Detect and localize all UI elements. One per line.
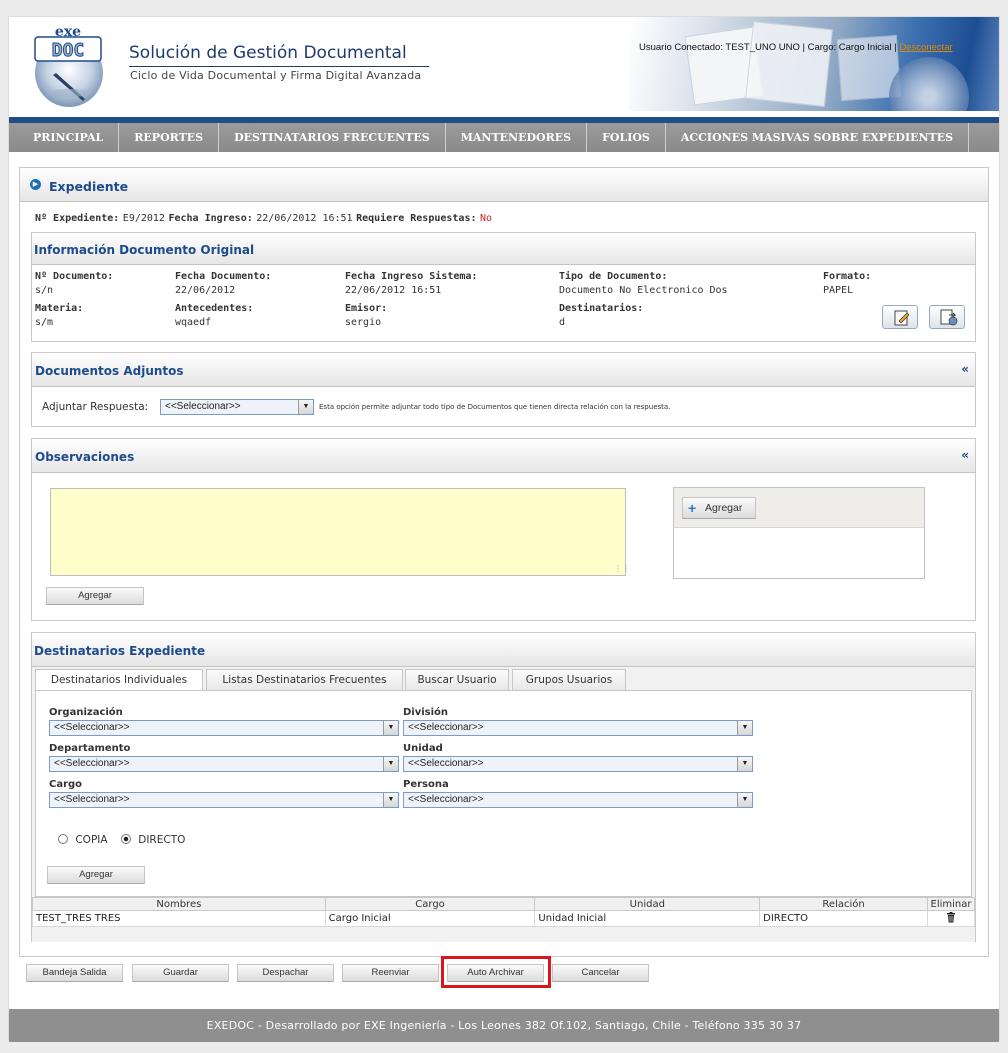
- observaciones-section: Observaciones « ⋮⋮ Agregar + Agregar: [31, 438, 976, 621]
- nav-mantenedores[interactable]: MANTENEDORES: [446, 123, 588, 152]
- tab-listas-frecuentes[interactable]: Listas Destinatarios Frecuentes: [206, 669, 403, 690]
- cargo-select[interactable]: <<Seleccionar>> ▼: [49, 792, 399, 808]
- destinatarios-title: Destinatarios Expediente: [34, 644, 206, 658]
- header-banner-image: [629, 17, 999, 111]
- chevron-down-icon: ▼: [383, 757, 398, 771]
- destinatarios-table: Nombres Cargo Unidad Relación Eliminar T…: [32, 897, 976, 927]
- header: exe DOC Solución de Gestión Documental C…: [9, 17, 999, 111]
- main-nav: PRINCIPAL REPORTES DESTINATARIOS FRECUEN…: [9, 123, 999, 152]
- adjuntar-respuesta-select[interactable]: <<Seleccionar>> ▼: [160, 399, 314, 415]
- departamento-select[interactable]: <<Seleccionar>> ▼: [49, 756, 399, 772]
- page-container: exe DOC Solución de Gestión Documental C…: [8, 16, 1000, 1042]
- formato: PAPEL: [823, 285, 854, 296]
- fecha-ingreso-sistema: 22/06/2012 16:51: [345, 285, 442, 296]
- tipo-documento: Documento No Electronico Dos: [559, 285, 728, 296]
- unidad-select[interactable]: <<Seleccionar>> ▼: [403, 756, 753, 772]
- requiere-respuestas-value: No: [480, 213, 493, 224]
- adjuntos-collapse-icon[interactable]: «: [961, 362, 969, 376]
- nav-destinatarios-frecuentes[interactable]: DESTINATARIOS FRECUENTES: [219, 123, 446, 152]
- guardar-button[interactable]: Guardar: [132, 964, 229, 982]
- exedoc-logo: exe DOC: [34, 24, 103, 107]
- expediente-panel: ▶ Expediente Nº Expediente: E9/2012 Fech…: [19, 167, 989, 957]
- user-info: Usuario Conectado: TEST_UNO UNO | Cargo:…: [639, 42, 953, 53]
- observaciones-agregar-button[interactable]: Agregar: [46, 587, 144, 605]
- bandeja-salida-button[interactable]: Bandeja Salida: [26, 964, 123, 982]
- chevron-down-icon: ▼: [383, 721, 398, 735]
- side-agregar-button[interactable]: + Agregar: [682, 497, 756, 519]
- expediente-fecha: 22/06/2012 16:51: [256, 213, 353, 224]
- tab-destinatarios-individuales[interactable]: Destinatarios Individuales: [35, 669, 203, 691]
- highlight-box: [441, 956, 551, 988]
- observaciones-collapse-icon[interactable]: «: [961, 448, 969, 462]
- app-subtitle: Ciclo de Vida Documental y Firma Digital…: [130, 69, 422, 82]
- copia-radio[interactable]: [58, 834, 68, 844]
- nav-reportes[interactable]: REPORTES: [119, 123, 220, 152]
- adjuntar-label: Adjuntar Respuesta:: [42, 401, 149, 413]
- resize-grip-icon: ⋮⋮: [614, 564, 630, 573]
- destinatarios-section: Destinatarios Expediente Destinatarios I…: [31, 632, 976, 942]
- edit-icon: [894, 310, 910, 326]
- doc-original-title: Información Documento Original: [34, 243, 255, 257]
- observaciones-title: Observaciones: [35, 450, 135, 464]
- chevron-down-icon: ▼: [737, 793, 752, 807]
- nav-folios[interactable]: FOLIOS: [587, 123, 666, 152]
- edit-document-button[interactable]: [882, 305, 918, 329]
- tab-buscar-usuario[interactable]: Buscar Usuario: [405, 669, 509, 690]
- footer: EXEDOC - Desarrollado por EXE Ingeniería…: [9, 1009, 999, 1042]
- emisor: sergio: [345, 317, 382, 328]
- reenviar-button[interactable]: Reenviar: [342, 964, 439, 982]
- tab-panel-individuales: Organización <<Seleccionar>> ▼ División <…: [35, 690, 972, 897]
- adjuntos-title: Documentos Adjuntos: [35, 364, 184, 378]
- adjuntos-section: Documentos Adjuntos « Adjuntar Respuesta…: [31, 352, 976, 427]
- document-settings-button[interactable]: [929, 305, 965, 329]
- organizacion-select[interactable]: <<Seleccionar>> ▼: [49, 720, 399, 736]
- division-select[interactable]: <<Seleccionar>> ▼: [403, 720, 753, 736]
- expediente-title: Expediente: [49, 179, 129, 194]
- nav-acciones-masivas[interactable]: ACCIONES MASIVAS SOBRE EXPEDIENTES: [666, 123, 970, 152]
- chevron-down-icon: ▼: [737, 757, 752, 771]
- tab-grupos-usuarios[interactable]: Grupos Usuarios: [512, 669, 626, 690]
- chevron-down-icon: ▼: [383, 793, 398, 807]
- plus-icon: +: [688, 500, 697, 516]
- svg-text:DOC: DOC: [52, 40, 85, 61]
- title-underline: [129, 66, 429, 67]
- nro-documento: s/n: [35, 285, 54, 296]
- fecha-documento: 22/06/2012: [175, 285, 236, 296]
- document-gear-icon: [940, 309, 958, 326]
- app-title: Solución de Gestión Documental: [129, 43, 407, 63]
- persona-select[interactable]: <<Seleccionar>> ▼: [403, 792, 753, 808]
- chevron-down-icon: ▼: [737, 721, 752, 735]
- logout-link[interactable]: Desconectar: [899, 42, 952, 53]
- nav-principal[interactable]: PRINCIPAL: [18, 123, 120, 152]
- despachar-button[interactable]: Despachar: [237, 964, 334, 982]
- destinatarios-agregar-button[interactable]: Agregar: [47, 866, 145, 884]
- observaciones-list: + Agregar: [673, 487, 925, 579]
- table-row: TEST_TRES TRES Cargo Inicial Unidad Inic…: [32, 910, 976, 927]
- chevron-down-icon: ▼: [298, 400, 313, 414]
- directo-radio[interactable]: [120, 834, 131, 844]
- user-connected-text: Usuario Conectado: TEST_UNO UNO | Cargo:…: [639, 42, 900, 53]
- expediente-header: ▶ Expediente: [20, 168, 988, 202]
- adjuntar-hint: Esta opción permite adjuntar todo tipo d…: [319, 403, 671, 411]
- expediente-number: E9/2012: [122, 213, 165, 224]
- info-bullet-icon: ▶: [30, 179, 41, 190]
- expediente-summary: Nº Expediente: E9/2012 Fecha Ingreso: 22…: [35, 213, 493, 224]
- relacion-radios: COPIA DIRECTO: [58, 834, 185, 846]
- doc-original-section: Información Documento Original Nº Docume…: [31, 232, 976, 342]
- antecedentes: wqaedf: [175, 317, 212, 328]
- destinatarios: d: [559, 317, 566, 328]
- svg-text:exe: exe: [55, 24, 81, 40]
- observaciones-textarea[interactable]: [50, 488, 626, 576]
- cancelar-button[interactable]: Cancelar: [552, 964, 649, 982]
- materia: s/m: [35, 317, 54, 328]
- trash-icon[interactable]: [946, 911, 956, 923]
